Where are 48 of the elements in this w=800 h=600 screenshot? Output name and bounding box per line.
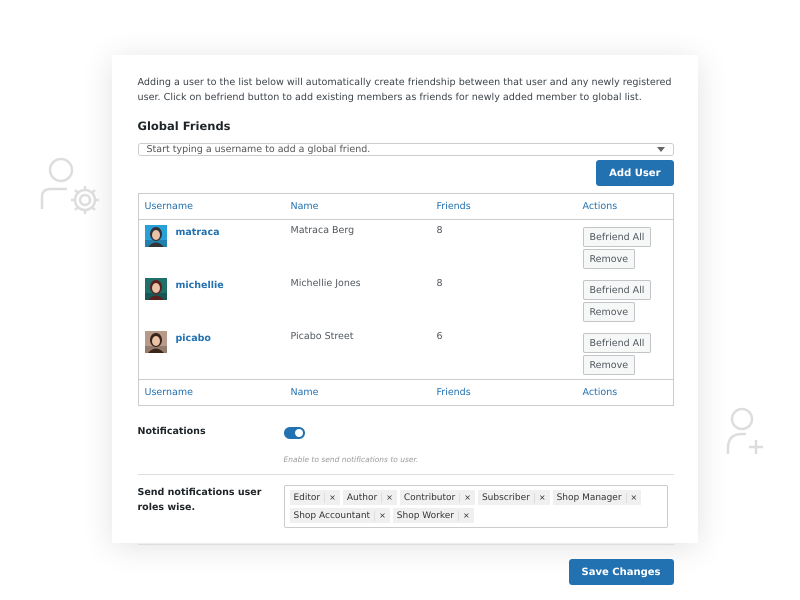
column-footer: Name: [284, 380, 430, 406]
remove-tag-icon[interactable]: ×: [382, 493, 397, 502]
column-header[interactable]: Friends: [430, 194, 576, 220]
remove-button[interactable]: Remove: [582, 302, 636, 322]
role-tag: Shop Worker ×: [392, 508, 474, 523]
caret-icon: [656, 147, 664, 152]
remove-tag-icon[interactable]: ×: [325, 493, 340, 502]
befriend-all-button[interactable]: Befriend All: [582, 280, 652, 300]
username-link[interactable]: picabo: [176, 333, 211, 344]
notifications-label: Notifications: [138, 425, 207, 439]
remove-tag-icon[interactable]: ×: [459, 511, 474, 520]
table-cell: 8: [436, 225, 443, 236]
befriend-all-button[interactable]: Befriend All: [582, 333, 652, 353]
user-settings-icon: [40, 157, 102, 215]
remove-tag-icon[interactable]: ×: [626, 493, 642, 502]
table-cell: Picabo Street: [290, 331, 354, 342]
roles-label: Send notifications user roles wise.: [138, 486, 262, 515]
remove-tag-icon[interactable]: ×: [460, 493, 475, 502]
table-cell: 8: [436, 278, 443, 289]
save-changes-button[interactable]: Save Changes: [568, 559, 674, 585]
table-cell: Michellie Jones: [290, 278, 361, 289]
remove-tag-icon[interactable]: ×: [534, 493, 550, 502]
table-cell: Matraca Berg: [290, 225, 354, 236]
username-link[interactable]: matraca: [176, 227, 220, 238]
befriend-all-button[interactable]: Befriend All: [582, 227, 652, 247]
role-tag: Author ×: [342, 490, 397, 505]
role-tag: Subscriber ×: [478, 490, 550, 505]
remove-tag-icon[interactable]: ×: [375, 511, 390, 520]
column-header[interactable]: Name: [284, 194, 430, 220]
table-cell: 6: [436, 331, 443, 342]
remove-button[interactable]: Remove: [582, 355, 636, 375]
roles-field[interactable]: Editor × Author × Contributor × Subscriber × Shop Manager × Shop Accountant × Shop Worker ×: [284, 485, 668, 528]
role-tag: Contributor ×: [400, 490, 475, 505]
column-header[interactable]: Actions: [576, 194, 673, 220]
add-user-button[interactable]: Add User: [596, 160, 674, 186]
column-footer: Actions: [576, 380, 673, 406]
column-header[interactable]: Username: [138, 194, 284, 220]
username-link[interactable]: michellie: [176, 280, 224, 291]
role-tag: Editor ×: [290, 490, 340, 505]
intro-text: Adding a user to the list below will automatically create friendship between that user and any newly registered user. Click on befriend button to add existing members as friends for newly added member to global list.: [138, 76, 673, 105]
role-tag: Shop Manager ×: [552, 490, 642, 505]
column-footer: Friends: [430, 380, 576, 406]
notifications-toggle[interactable]: [284, 427, 304, 439]
role-tag: Shop Accountant ×: [290, 508, 390, 523]
remove-button[interactable]: Remove: [582, 249, 636, 269]
user-select[interactable]: Start typing a username to add a global friend.: [138, 143, 674, 156]
column-footer: Username: [138, 380, 284, 406]
section-title: Global Friends: [138, 119, 232, 133]
